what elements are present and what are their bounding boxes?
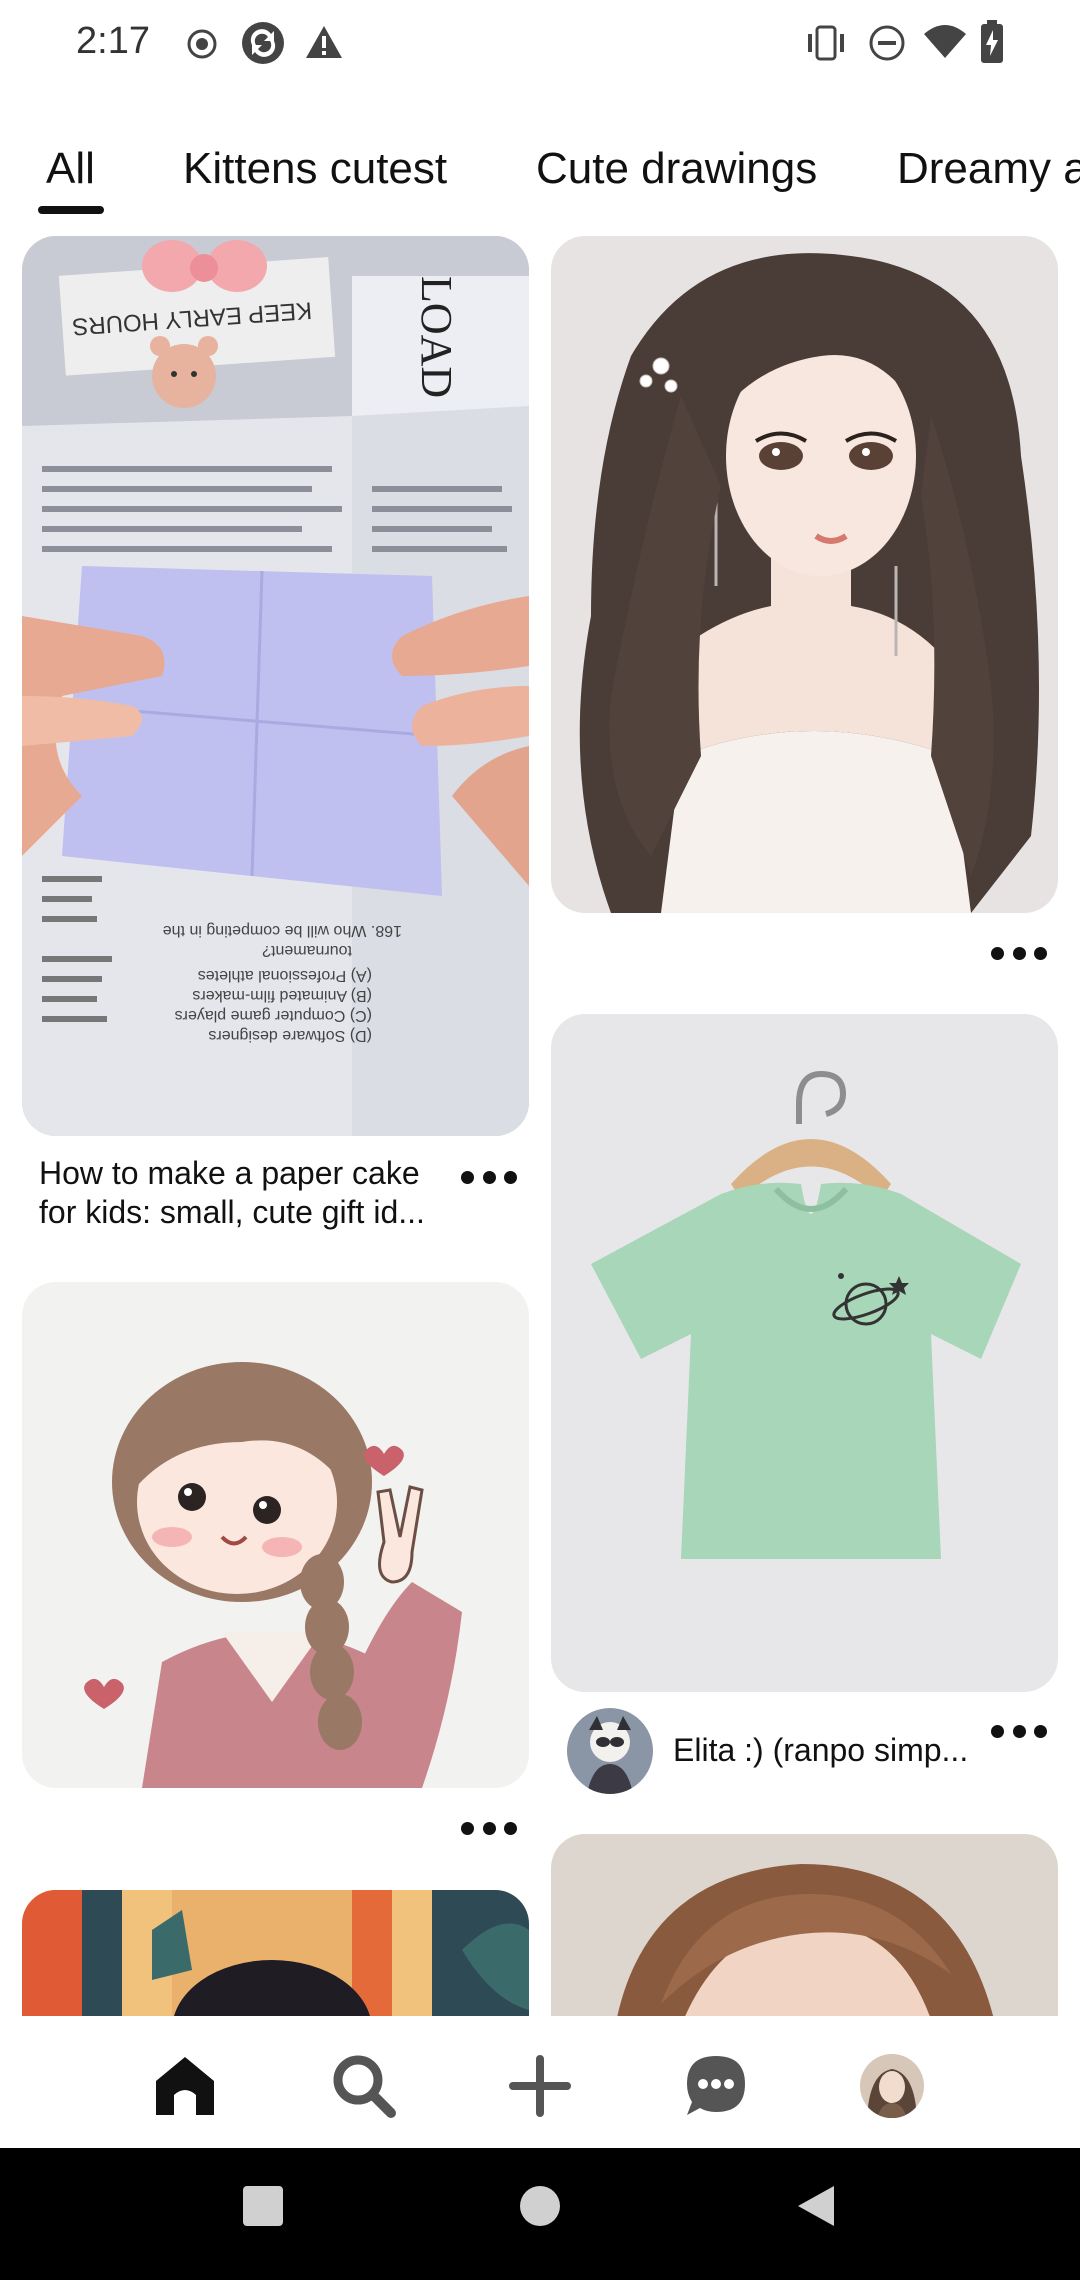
answer-c: (C) Computer game players: [175, 1007, 372, 1024]
wifi-icon: [924, 25, 966, 58]
answer-d: (D) Software designers: [208, 1027, 372, 1044]
back-icon[interactable]: [794, 2184, 838, 2228]
more-options-button-4[interactable]: [991, 1716, 1047, 1746]
nav-search[interactable]: [324, 2046, 404, 2126]
system-navigation-bar: [0, 2148, 1080, 2280]
creator-avatar[interactable]: [567, 1708, 653, 1794]
answer-b: (B) Animated film-makers: [192, 987, 372, 1004]
battery-charging-icon: [981, 20, 1003, 63]
home-button-icon[interactable]: [518, 2184, 562, 2228]
nav-profile[interactable]: [852, 2046, 932, 2126]
pin-title-line-2: for kids: small, cute gift id...: [39, 1194, 425, 1230]
answer-a: (A) Professional athletes: [198, 967, 372, 984]
question-text: 168. Who will be competing in the: [163, 922, 402, 939]
tab-cute-drawings[interactable]: Cute drawings: [536, 144, 817, 194]
pin-image-cartoon-girl[interactable]: [22, 1282, 529, 1788]
warning-icon: [306, 26, 342, 58]
board-tabs: All Kittens cutest Cute drawings Dreamy …: [0, 136, 1080, 216]
messages-icon: [687, 2056, 745, 2115]
more-options-button-3[interactable]: [991, 938, 1047, 968]
pin-title-paper-cake[interactable]: How to make a paper cake for kids: small…: [39, 1154, 459, 1232]
create-icon: [509, 2055, 571, 2117]
nav-home[interactable]: [145, 2046, 225, 2126]
profile-icon: [860, 2054, 924, 2118]
do-not-disturb-icon: [869, 25, 905, 61]
more-options-button-2[interactable]: [461, 1813, 517, 1843]
home-icon: [156, 2057, 214, 2115]
status-bar: 2:17: [0, 0, 1080, 88]
search-icon: [333, 2055, 396, 2118]
recents-icon[interactable]: [241, 2184, 285, 2228]
tab-all[interactable]: All: [46, 144, 95, 194]
vibrate-icon: [808, 25, 844, 61]
pin-image-colorful-illustration[interactable]: [22, 1890, 529, 2016]
creator-name[interactable]: Elita :) (ranpo simp...: [673, 1732, 983, 1769]
nav-messages[interactable]: [676, 2046, 756, 2126]
app-sync-icon: [242, 22, 284, 64]
tab-kittens-cutest[interactable]: Kittens cutest: [183, 144, 447, 194]
pin-feed[interactable]: KEEP EARLY HOURS LOAD 168. Who will be c…: [0, 236, 1080, 2016]
tab-dreamy[interactable]: Dreamy a: [897, 144, 1080, 194]
pin-image-green-tshirt[interactable]: [551, 1014, 1058, 1692]
more-options-button[interactable]: [461, 1162, 517, 1192]
screen-record-icon: [187, 29, 217, 59]
question-text-2: tournament?: [262, 942, 352, 959]
pin-title-line-1: How to make a paper cake: [39, 1155, 420, 1191]
pin-image-portrait[interactable]: [551, 1834, 1058, 2016]
status-time: 2:17: [76, 20, 150, 62]
bottom-navigation: [0, 2016, 1080, 2148]
pin-image-anime-girl[interactable]: [551, 236, 1058, 913]
pin-image-paper-cake[interactable]: KEEP EARLY HOURS LOAD 168. Who will be c…: [22, 236, 529, 1136]
book-cover-title: LOAD: [412, 276, 461, 398]
selected-tab-indicator: [38, 206, 104, 214]
nav-create[interactable]: [500, 2046, 580, 2126]
